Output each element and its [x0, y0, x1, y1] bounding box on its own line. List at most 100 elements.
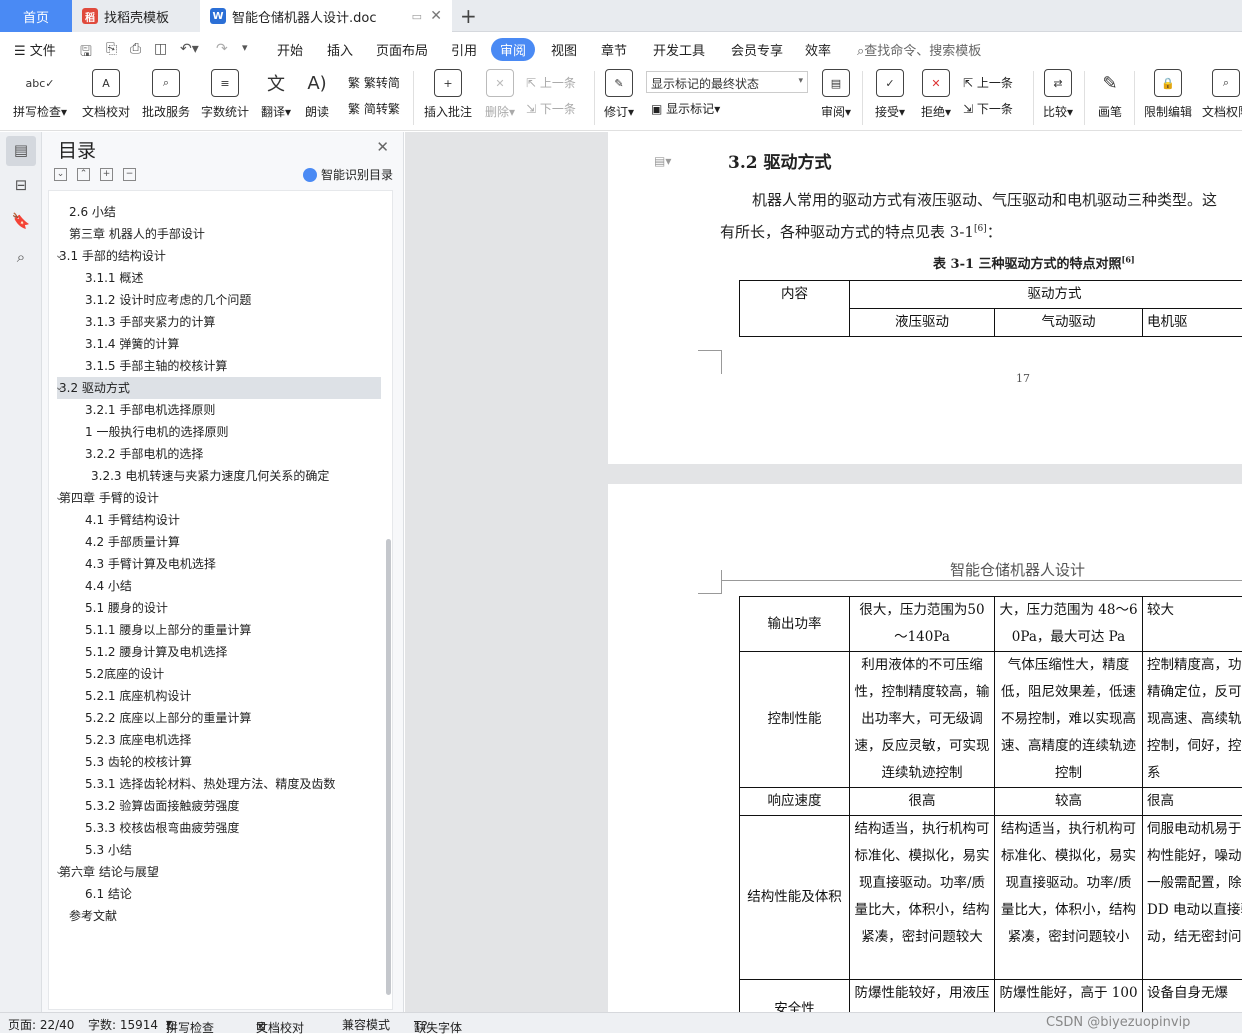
- close-icon[interactable]: ✕: [376, 138, 389, 156]
- toc-item[interactable]: ⌄3.2 驱动方式: [57, 377, 381, 399]
- menu-page-layout[interactable]: 页面布局: [376, 40, 428, 59]
- menu-member[interactable]: 会员专享: [731, 40, 783, 59]
- file-menu[interactable]: ☰ 文件: [14, 40, 56, 59]
- remove-heading-icon[interactable]: −: [123, 168, 136, 181]
- spell-check-status[interactable]: ☑ 拼写检查 ▾: [166, 1016, 172, 1030]
- toc-item[interactable]: ⌄第六章 结论与展望: [49, 861, 379, 883]
- tab-document[interactable]: W 智能仓储机器人设计.doc ▭ ✕: [200, 0, 452, 32]
- compare-button[interactable]: ⇄比较▾: [1040, 69, 1076, 120]
- toc-scrollbar[interactable]: [386, 539, 391, 995]
- toc-item[interactable]: 5.3 齿轮的校核计算: [49, 751, 379, 773]
- add-heading-icon[interactable]: +: [100, 168, 113, 181]
- word-count-indicator[interactable]: 字数: 15914: [88, 1016, 158, 1033]
- toc-item[interactable]: 4.4 小结: [49, 575, 379, 597]
- toc-item[interactable]: ⌄第四章 手臂的设计: [49, 487, 379, 509]
- print-icon[interactable]: ⎙: [130, 41, 141, 57]
- accept-button[interactable]: ✓接受▾: [872, 69, 908, 120]
- menu-view[interactable]: 视图: [551, 40, 577, 59]
- pin-icon[interactable]: ▭: [412, 10, 422, 23]
- revise-button[interactable]: ✎修订▾: [602, 69, 636, 120]
- show-markup-button[interactable]: ▣ 显示标记▾: [651, 100, 720, 117]
- trad-to-simp-icon: 繁: [348, 76, 360, 90]
- doc-check-button[interactable]: A文档校对: [80, 69, 132, 120]
- toc-item[interactable]: 5.1.2 腰身计算及电机选择: [49, 641, 379, 663]
- read-aloud-button[interactable]: A)朗读: [302, 69, 332, 120]
- review-pane-button[interactable]: ▤审阅▾: [818, 69, 854, 120]
- restrict-edit-button[interactable]: 🔒限制编辑: [1142, 69, 1194, 120]
- search-icon[interactable]: ⌕: [11, 248, 31, 268]
- toc-item[interactable]: ⌄3.1 手部的结构设计: [49, 245, 379, 267]
- toc-item[interactable]: 5.2.2 底座以上部分的重量计算: [49, 707, 379, 729]
- menu-review[interactable]: 审阅: [491, 38, 535, 61]
- spell-check-button[interactable]: abc✓拼写检查▾: [12, 69, 68, 120]
- watermark: CSDN @biyezuopinvip: [1046, 1015, 1190, 1030]
- toc-item[interactable]: 参考文献: [49, 905, 379, 927]
- simp-to-trad-button[interactable]: 繁 简转繁: [348, 100, 400, 117]
- toc-item[interactable]: 3.1.4 弹簧的计算: [49, 333, 379, 355]
- command-search[interactable]: ⌕查找命令、搜索模板: [857, 40, 981, 59]
- translate-button[interactable]: 文翻译▾: [258, 69, 294, 120]
- chapter-nav-icon[interactable]: ⊟: [11, 176, 31, 196]
- menu-start[interactable]: 开始: [277, 40, 303, 59]
- insert-comment-button[interactable]: +插入批注: [422, 69, 474, 120]
- toc-item[interactable]: 4.1 手臂结构设计: [49, 509, 379, 531]
- redo-icon[interactable]: ↷: [216, 41, 228, 57]
- toc-item[interactable]: 3.1.3 手部夹紧力的计算: [49, 311, 379, 333]
- menu-developer[interactable]: 开发工具: [653, 40, 705, 59]
- toc-item[interactable]: 5.2底座的设计: [49, 663, 379, 685]
- toc-item[interactable]: 3.1.5 手部主轴的校核计算: [49, 355, 379, 377]
- print-preview-icon[interactable]: ◫: [154, 41, 167, 57]
- new-tab-icon[interactable]: +: [460, 4, 477, 28]
- more-icon[interactable]: ▾: [242, 41, 248, 54]
- reject-button[interactable]: ✕拒绝▾: [918, 69, 954, 120]
- tab-template[interactable]: 稻 找稻壳模板: [72, 0, 200, 32]
- toc-item[interactable]: 3.1.2 设计时应考虑的几个问题: [49, 289, 379, 311]
- toc-item[interactable]: 3.1.1 概述: [49, 267, 379, 289]
- trad-to-simp-button[interactable]: 繁 繁转简: [348, 74, 400, 91]
- next-comment-button[interactable]: ⇲ 下一条: [526, 100, 576, 117]
- menu-insert[interactable]: 插入: [327, 40, 353, 59]
- tab-home[interactable]: 首页: [0, 0, 72, 32]
- toc-item[interactable]: 3.2.1 手部电机选择原则: [49, 399, 379, 421]
- collapse-all-icon[interactable]: ⌃: [77, 168, 90, 181]
- next-change-button[interactable]: ⇲ 下一条: [963, 100, 1013, 117]
- toc-item[interactable]: 5.1.1 腰身以上部分的重量计算: [49, 619, 379, 641]
- doc-permission-button[interactable]: ⌕文档权限: [1200, 69, 1242, 120]
- toc-item[interactable]: 5.2.1 底座机构设计: [49, 685, 379, 707]
- toc-item[interactable]: 4.2 手部质量计算: [49, 531, 379, 553]
- toc-item[interactable]: 5.3.1 选择齿轮材料、热处理方法、精度及齿数: [49, 773, 379, 795]
- close-tab-icon[interactable]: ✕: [430, 8, 442, 24]
- toc-panel-icon[interactable]: ▤: [6, 136, 36, 166]
- batch-service-button[interactable]: ⌕批改服务: [140, 69, 192, 120]
- bookmark-icon[interactable]: 🔖: [11, 212, 31, 232]
- pen-button[interactable]: ✎画笔: [1094, 69, 1126, 120]
- toc-item[interactable]: 5.2.3 底座电机选择: [49, 729, 379, 751]
- smart-toc-button[interactable]: 智能识别目录: [303, 166, 393, 183]
- toc-item[interactable]: 5.3 小结: [49, 839, 379, 861]
- menu-efficiency[interactable]: 效率: [805, 40, 831, 59]
- export-pdf-icon[interactable]: ⎘: [106, 41, 117, 57]
- toc-item[interactable]: 6.1 结论: [49, 883, 379, 905]
- toc-item[interactable]: 第三章 机器人的手部设计: [49, 223, 379, 245]
- markup-state-select[interactable]: 显示标记的最终状态▾: [646, 71, 808, 93]
- toc-item[interactable]: 5.1 腰身的设计: [49, 597, 379, 619]
- save-icon[interactable]: 🖫: [80, 41, 92, 65]
- toc-item[interactable]: 1 一般执行电机的选择原则: [49, 421, 379, 443]
- toc-item[interactable]: 2.6 小结: [49, 201, 379, 223]
- page-indicator[interactable]: 页面: 22/40: [8, 1016, 74, 1033]
- toc-item[interactable]: 4.3 手臂计算及电机选择: [49, 553, 379, 575]
- menu-reference[interactable]: 引用: [451, 40, 477, 59]
- undo-icon[interactable]: ↶▾: [180, 41, 199, 57]
- word-count-button[interactable]: ≡字数统计: [199, 69, 251, 120]
- toc-item[interactable]: 5.3.2 验算齿面接触疲劳强度: [49, 795, 379, 817]
- toc-item[interactable]: 5.3.3 校核齿根弯曲疲劳强度: [49, 817, 379, 839]
- expand-all-icon[interactable]: ⌄: [54, 168, 67, 181]
- delete-comment-button[interactable]: ✕删除▾: [482, 69, 518, 120]
- paragraph-menu-icon[interactable]: ▤▾: [654, 154, 671, 168]
- table-cell: 大，压力范围为 48～60Pa，最大可达 Pa: [995, 597, 1143, 652]
- menu-chapter[interactable]: 章节: [601, 40, 627, 59]
- toc-item[interactable]: 3.2.3 电机转速与夹紧力速度几何关系的确定: [49, 465, 379, 487]
- prev-comment-button[interactable]: ⇱ 上一条: [526, 74, 576, 91]
- prev-change-button[interactable]: ⇱ 上一条: [963, 74, 1013, 91]
- toc-item[interactable]: 3.2.2 手部电机的选择: [49, 443, 379, 465]
